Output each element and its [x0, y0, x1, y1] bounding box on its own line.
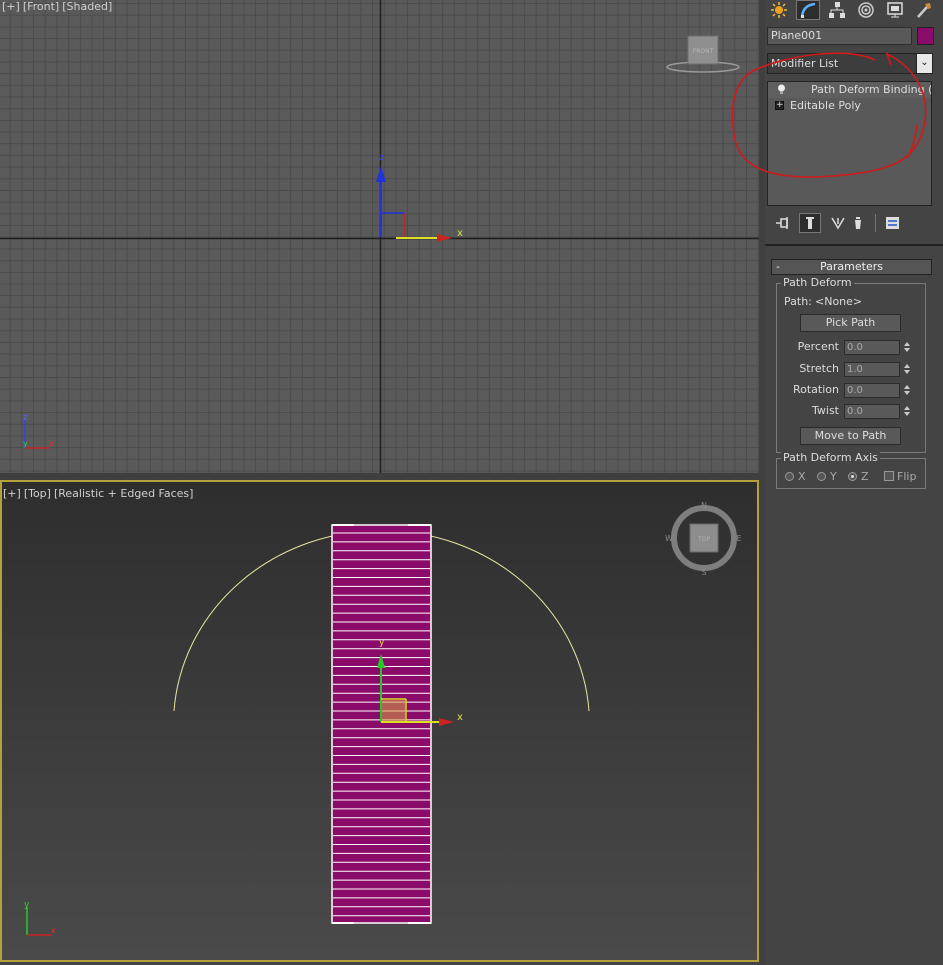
utilities-icon[interactable]	[912, 0, 936, 20]
remove-modifier-icon[interactable]	[847, 213, 869, 233]
parameters-rollout: - Parameters Path Deform Path: <None> Pi…	[771, 259, 932, 494]
panel-divider	[765, 244, 943, 246]
top-viewport[interactable]: [+][Top][Realistic + Edged Faces] y x	[0, 480, 759, 962]
axis-tripod-top: y x	[24, 900, 56, 936]
pick-path-button[interactable]: Pick Path	[800, 314, 901, 332]
axis-z-label: Z	[861, 470, 869, 483]
display-icon[interactable]	[883, 0, 907, 20]
axis-x-label: X	[798, 470, 806, 483]
create-icon[interactable]	[767, 0, 791, 20]
transform-gizmo: z x	[376, 153, 463, 242]
path-label: Path:	[784, 295, 812, 308]
gizmo-z-label: z	[379, 153, 384, 163]
axis-y-label: Y	[830, 470, 837, 483]
front-viewport[interactable]: [+] [Front] [Shaded] z x FRONT z y x	[0, 0, 759, 473]
rotation-spinner[interactable]: 0.0	[844, 383, 900, 398]
rotation-spinner-arrows[interactable]	[902, 383, 911, 398]
command-panel-tabs	[767, 0, 943, 22]
percent-spinner[interactable]: 0.0	[844, 340, 900, 355]
twist-label: Twist	[812, 404, 839, 417]
top-viewport-scene: y x TOP N S E W y x	[24, 501, 742, 936]
stretch-label: Stretch	[799, 362, 839, 375]
plane-mesh	[331, 524, 432, 924]
stack-toolbar	[771, 212, 936, 234]
hierarchy-icon[interactable]	[825, 0, 849, 20]
gizmo-x-label: x	[457, 228, 463, 239]
plane-object	[331, 524, 432, 924]
show-end-result-icon[interactable]	[799, 213, 821, 233]
svg-text:y: y	[23, 439, 28, 448]
compass-e: E	[736, 534, 741, 543]
svg-text:y: y	[379, 638, 385, 648]
parameters-rollout-header[interactable]: - Parameters	[771, 259, 932, 275]
flip-label: Flip	[897, 470, 917, 483]
compass-n: N	[701, 501, 707, 510]
percent-spinner-arrows[interactable]	[902, 340, 911, 355]
flip-checkbox[interactable]	[884, 471, 894, 481]
svg-text:x: x	[49, 439, 54, 448]
svg-text:x: x	[51, 926, 56, 935]
rotation-label: Rotation	[792, 383, 839, 396]
pin-stack-icon[interactable]	[771, 213, 793, 233]
axis-tripod-front: z y x	[23, 413, 54, 449]
axis-x-radio[interactable]	[785, 472, 794, 481]
rollout-title: Parameters	[820, 260, 883, 273]
percent-label: Percent	[797, 340, 839, 353]
path-value: <None>	[815, 295, 863, 308]
move-to-path-button[interactable]: Move to Path	[800, 427, 901, 445]
svg-text:TOP: TOP	[697, 536, 710, 543]
path-deform-group: Path Deform Path: <None> Pick Path Perce…	[776, 276, 926, 453]
group-title: Path Deform Axis	[781, 451, 880, 464]
configure-sets-icon[interactable]	[882, 213, 904, 233]
annotation-scribble	[731, 52, 927, 178]
svg-text:z: z	[23, 413, 28, 423]
group-title: Path Deform	[781, 276, 854, 289]
viewcube-face-label: FRONT	[693, 48, 714, 55]
path-deform-axis-group: Path Deform Axis X Y Z Flip	[776, 451, 926, 489]
front-viewport-scene: z x FRONT z y x	[0, 0, 759, 473]
collapse-icon[interactable]: -	[776, 260, 780, 274]
make-unique-icon[interactable]	[827, 213, 849, 233]
motion-icon[interactable]	[854, 0, 878, 20]
svg-text:y: y	[24, 900, 30, 910]
toolbar-divider	[875, 214, 876, 232]
modify-icon[interactable]	[796, 0, 820, 20]
compass-s: S	[701, 568, 706, 577]
compass-w: W	[665, 534, 673, 543]
viewport-separator[interactable]	[0, 473, 759, 480]
twist-spinner[interactable]: 0.0	[844, 404, 900, 419]
viewcube-top[interactable]: TOP N S E W	[665, 501, 741, 577]
stretch-spinner[interactable]: 1.0	[844, 362, 900, 377]
axis-y-radio[interactable]	[817, 472, 826, 481]
stretch-spinner-arrows[interactable]	[902, 362, 911, 377]
svg-text:x: x	[457, 712, 463, 723]
axis-z-radio[interactable]	[848, 472, 857, 481]
twist-spinner-arrows[interactable]	[902, 404, 911, 419]
